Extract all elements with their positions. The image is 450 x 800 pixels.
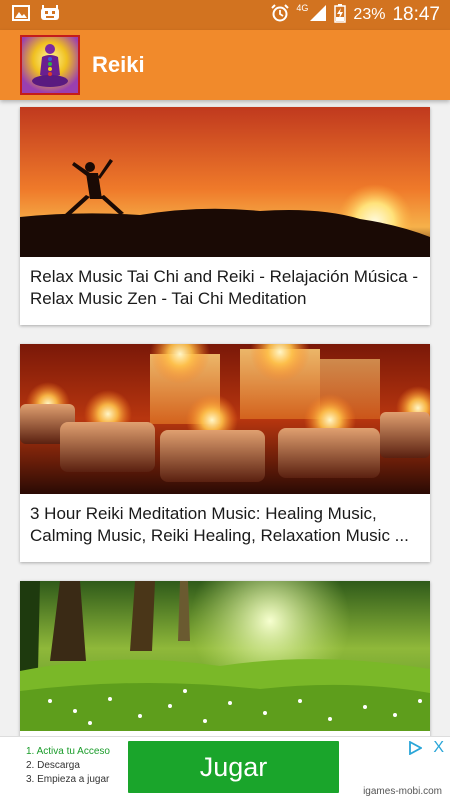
video-card[interactable] <box>20 581 430 736</box>
video-thumbnail[interactable] <box>20 344 430 494</box>
network-type-label: 4G <box>296 3 309 13</box>
app-logo <box>20 35 80 95</box>
ad-domain: igames-mobi.com <box>363 786 442 797</box>
battery-charging-icon <box>334 3 347 28</box>
ad-step: 3. Empieza a jugar <box>26 774 110 785</box>
ad-play-button[interactable]: Jugar <box>128 741 339 793</box>
status-bar: 4G 23% 18:47 <box>0 0 450 30</box>
video-thumbnail[interactable] <box>20 107 430 257</box>
gallery-notification-icon <box>12 4 30 26</box>
ad-choices-icon[interactable] <box>408 740 423 758</box>
video-thumbnail[interactable] <box>20 581 430 731</box>
robot-notification-icon <box>40 4 60 26</box>
app-bar: Reiki <box>0 30 450 100</box>
battery-percentage: 23% <box>353 6 386 23</box>
ad-step: 2. Descarga <box>26 760 80 771</box>
video-list[interactable]: Relax Music Tai Chi and Reiki - Relajaci… <box>0 100 450 736</box>
signal-icon <box>309 4 327 27</box>
app-title: Reiki <box>92 52 145 77</box>
ad-banner[interactable]: 1. Activa tu Acceso 2. Descarga 3. Empie… <box>0 736 450 800</box>
ad-step: 1. Activa tu Acceso <box>26 746 110 757</box>
video-title[interactable]: Relax Music Tai Chi and Reiki - Relajaci… <box>20 257 430 325</box>
video-card[interactable]: 3 Hour Reiki Meditation Music: Healing M… <box>20 344 430 562</box>
video-title[interactable]: 3 Hour Reiki Meditation Music: Healing M… <box>20 494 430 562</box>
ad-close-button[interactable]: X <box>433 739 444 757</box>
clock: 18:47 <box>392 4 440 25</box>
video-card[interactable]: Relax Music Tai Chi and Reiki - Relajaci… <box>20 107 430 325</box>
alarm-icon <box>271 3 290 27</box>
ad-steps: 1. Activa tu Acceso 2. Descarga 3. Empie… <box>26 745 110 787</box>
